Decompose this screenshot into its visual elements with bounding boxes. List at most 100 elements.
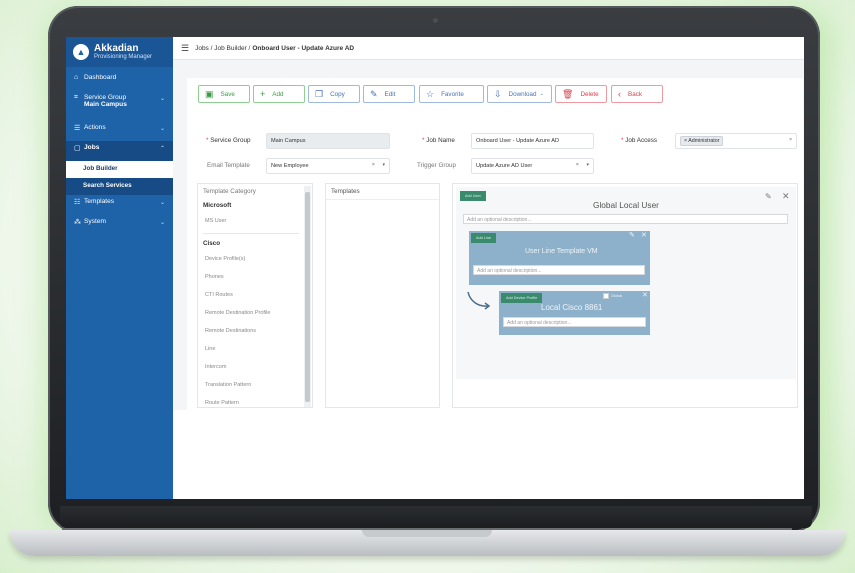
job-name-input[interactable]: Onboard User - Update Azure AD [471,133,594,149]
building-icon: ⌗ [74,94,78,101]
sidebar-item-dashboard[interactable]: ⌂ Dashboard [66,71,173,91]
category-item[interactable]: Route Pattern [198,395,312,407]
close-icon[interactable]: ✕ [782,191,790,202]
edit-icon: ✎ [370,88,378,99]
delete-label: Delete [580,90,599,98]
sidebar-item-jobs[interactable]: ▢ Jobs ⌃ [66,141,173,161]
line-node[interactable]: Add Line User Line Template VM ✎ ✕ Add a… [469,231,650,285]
service-group-block: Service Group Main Campus [84,94,127,108]
job-access-select[interactable]: × Administrator × [675,133,797,149]
category-item[interactable]: Phones [198,269,312,287]
back-button[interactable]: ‹ Back [611,85,663,103]
category-item[interactable]: Translation Pattern [198,377,312,395]
sidebar-subitem-search-services[interactable]: Search Services [66,178,173,195]
category-group-cisco: Cisco [203,240,221,247]
laptop-base [10,530,845,556]
chevron-down-icon: ▾ [586,162,589,168]
akkadian-logo-icon: ▲ [73,44,89,60]
copy-button[interactable]: ❐ Copy [308,85,360,103]
node-tag-add-line: Add Line [471,233,496,243]
category-item[interactable]: Remote Destinations [198,323,312,341]
save-label: Save [220,90,235,98]
node-description-input[interactable]: Add an optional description... [503,317,646,327]
scrollbar-thumb[interactable] [305,192,310,402]
chevron-down-icon: ⌄ [159,200,165,206]
sidebar-item-actions[interactable]: ☰ Actions ⌄ [66,121,173,141]
favorite-button[interactable]: ☆ Favorite [419,85,484,103]
sidebar-item-label: Actions [84,124,106,131]
copy-label: Copy [330,90,345,98]
add-label: Add [272,90,284,98]
sidebar-subitem-job-builder[interactable]: Job Builder [66,161,173,178]
trigger-group-label: Trigger Group [417,162,456,169]
download-button[interactable]: ⇩ Download ⌄ [487,85,552,103]
sidebar-item-label: Jobs [84,144,100,151]
category-item[interactable]: MS User [198,213,312,231]
category-group-microsoft: Microsoft [203,202,232,209]
base-notch [362,530,492,537]
clear-icon[interactable]: × [789,137,792,143]
node-description-input[interactable]: Add an optional description... [473,265,645,275]
service-group-label: * Service Group [206,137,251,144]
brand-name: Akkadian [94,42,139,54]
laptop-hinge [60,506,812,528]
link-arrow-icon [467,291,491,310]
device-profile-node[interactable]: Add Device Profile Global ✕ Local Cisco … [499,291,650,335]
brand[interactable]: ▲ Akkadian Provisioning Manager [66,37,173,67]
edit-label: Edit [384,90,396,98]
breadcrumb-bar: ☰ Jobs / Job Builder / Onboard User - Up… [173,37,804,60]
clear-icon[interactable]: × [576,162,579,168]
email-template-label: Email Template [207,162,250,169]
close-icon[interactable]: ✕ [642,291,648,299]
database-icon: ☷ [74,199,81,206]
job-canvas: Add User Global Local User ✎ ✕ Add an op… [452,183,798,408]
templates-header: Templates [326,184,439,200]
category-item[interactable]: CTI Routes [198,287,312,305]
sidebar-item-service-group[interactable]: ⌗ Service Group Main Campus ⌄ [66,91,173,121]
app-screen: ▲ Akkadian Provisioning Manager ⌂ Dashbo… [66,37,804,499]
template-category-panel: Template Category Microsoft MS User Cisc… [197,183,313,408]
administrator-chip[interactable]: × Administrator [680,136,724,146]
download-icon: ⇩ [494,88,502,99]
sidebar-item-label: Dashboard [84,74,117,81]
email-template-select[interactable]: New Employee × ▾ [266,158,390,174]
node-title: Global Local User [593,200,659,210]
close-icon[interactable]: ✕ [641,231,647,239]
category-item[interactable]: Intercom [198,359,312,377]
chevron-left-icon: ‹ [618,89,621,99]
clear-icon[interactable]: × [372,162,375,168]
home-icon: ⌂ [74,74,79,81]
category-item[interactable]: Remote Destination Profile [198,305,312,323]
edit-button[interactable]: ✎ Edit [363,85,415,103]
global-user-node[interactable]: Add User Global Local User ✎ ✕ Add an op… [456,187,796,379]
webcam [433,18,438,23]
edit-icon[interactable]: ✎ [765,192,772,201]
divider [203,233,299,234]
sidebar-item-system[interactable]: ⁂ System ⌄ [66,215,173,235]
job-access-label: * Job Access [621,137,658,144]
download-label: Download [508,90,537,98]
star-icon: ☆ [426,88,435,99]
chevron-down-icon: ▾ [382,162,385,168]
chevron-down-icon: ⌄ [539,91,544,97]
category-item[interactable]: Line [198,341,312,359]
save-button[interactable]: ▣ Save [198,85,250,103]
edit-icon[interactable]: ✎ [629,231,635,239]
chevron-down-icon: ⌄ [159,126,165,132]
sidebar-item-label: Templates [84,198,115,205]
sidebar-item-label: Service Group [84,94,127,101]
node-description-input[interactable]: Add an optional description... [463,214,788,224]
node-title: Local Cisco 8861 [541,303,603,312]
hamburger-icon[interactable]: ☰ [181,43,189,54]
node-title: User Line Template VM [525,248,598,255]
service-group-value: Main Campus [84,101,127,108]
sidebar-nav: ⌂ Dashboard ⌗ Service Group Main Campus … [66,67,173,235]
trigger-group-select[interactable]: Update Azure AD User × ▾ [471,158,594,174]
category-item[interactable]: Device Profile(s) [198,251,312,269]
global-checkbox[interactable]: Global [603,293,622,299]
breadcrumb[interactable]: Jobs / Job Builder / [195,45,250,52]
add-button[interactable]: + Add [253,85,305,103]
delete-button[interactable]: 🗑 Delete [555,85,607,103]
service-group-field: Main Campus [266,133,390,149]
sidebar-item-templates[interactable]: ☷ Templates ⌄ [66,195,173,215]
